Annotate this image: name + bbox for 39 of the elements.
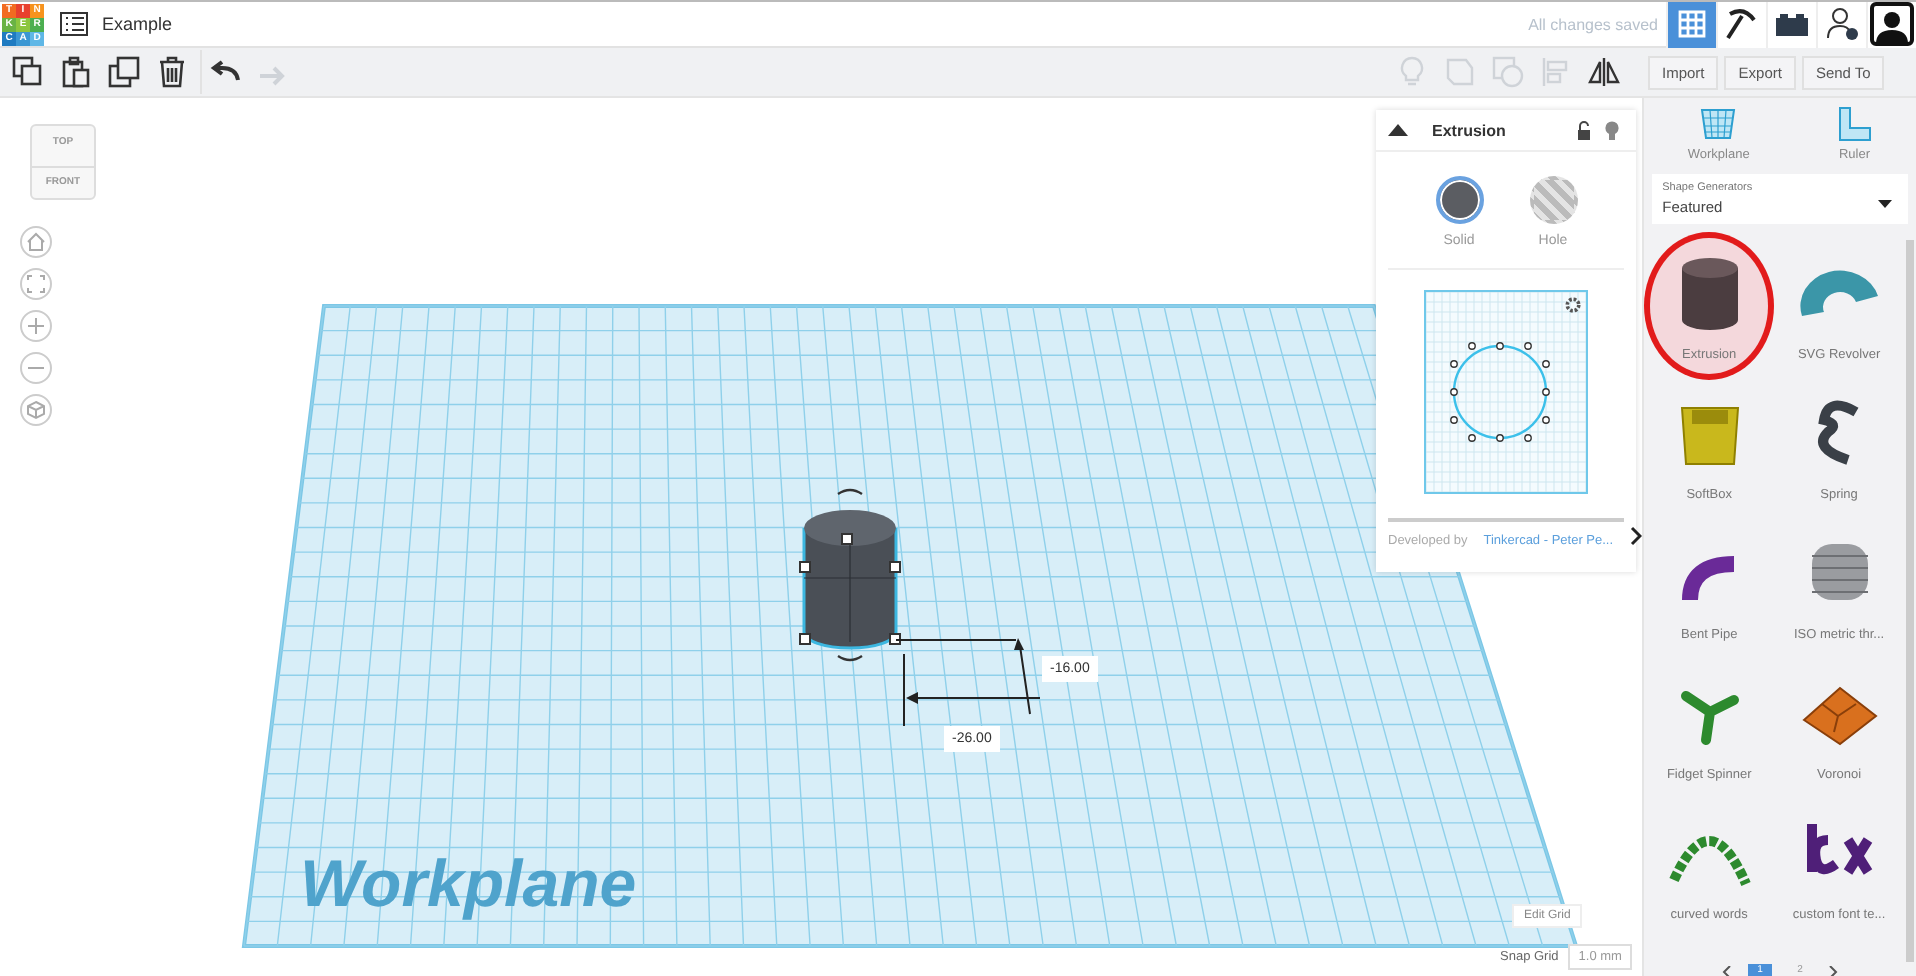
dimension-line bbox=[903, 653, 1041, 727]
fit-icon bbox=[26, 274, 46, 294]
chevron-icon[interactable] bbox=[1630, 526, 1643, 546]
lightbulb-icon bbox=[1396, 56, 1428, 88]
brick-icon bbox=[1774, 10, 1810, 38]
caret-icon bbox=[1878, 200, 1892, 208]
workplane-label: Workplane bbox=[300, 846, 637, 922]
save-status: All changes saved bbox=[1528, 15, 1658, 33]
grid-icon bbox=[1678, 10, 1706, 38]
dimension-line bbox=[895, 638, 1031, 715]
next-page-icon[interactable] bbox=[1828, 965, 1839, 976]
home-icon bbox=[26, 232, 46, 252]
group-icon bbox=[1444, 56, 1476, 88]
pickaxe-view-button[interactable] bbox=[1716, 1, 1766, 47]
inspector-title: Extrusion bbox=[1432, 121, 1506, 139]
list-icon[interactable] bbox=[60, 12, 88, 36]
collapse-icon[interactable] bbox=[1388, 124, 1408, 136]
avatar-view-button[interactable] bbox=[1866, 1, 1916, 47]
workplane-icon bbox=[1698, 106, 1739, 142]
previous-page-icon[interactable] bbox=[1722, 965, 1733, 976]
add-user-icon bbox=[1824, 6, 1860, 42]
delete-icon bbox=[156, 56, 188, 88]
lightbulb-icon[interactable] bbox=[1604, 120, 1620, 140]
pickaxe-icon bbox=[1724, 6, 1760, 42]
align-icon bbox=[1540, 56, 1572, 88]
mirror-icon bbox=[1588, 56, 1620, 88]
ruler-icon bbox=[1836, 106, 1873, 142]
ungroup-icon bbox=[1492, 56, 1524, 88]
scrollbar[interactable] bbox=[1906, 240, 1914, 962]
zoom-in-icon bbox=[26, 316, 46, 336]
settings-icon[interactable] bbox=[1564, 296, 1582, 314]
user-add-view-button[interactable] bbox=[1816, 1, 1866, 47]
duplicate-icon bbox=[108, 56, 140, 88]
avatar-icon bbox=[1870, 2, 1914, 46]
design-title[interactable]: Example bbox=[102, 14, 173, 34]
bricks-view-button[interactable] bbox=[1766, 1, 1816, 47]
copy-icon bbox=[12, 56, 44, 88]
lock-icon[interactable] bbox=[1576, 120, 1592, 140]
paste-icon bbox=[60, 56, 92, 88]
